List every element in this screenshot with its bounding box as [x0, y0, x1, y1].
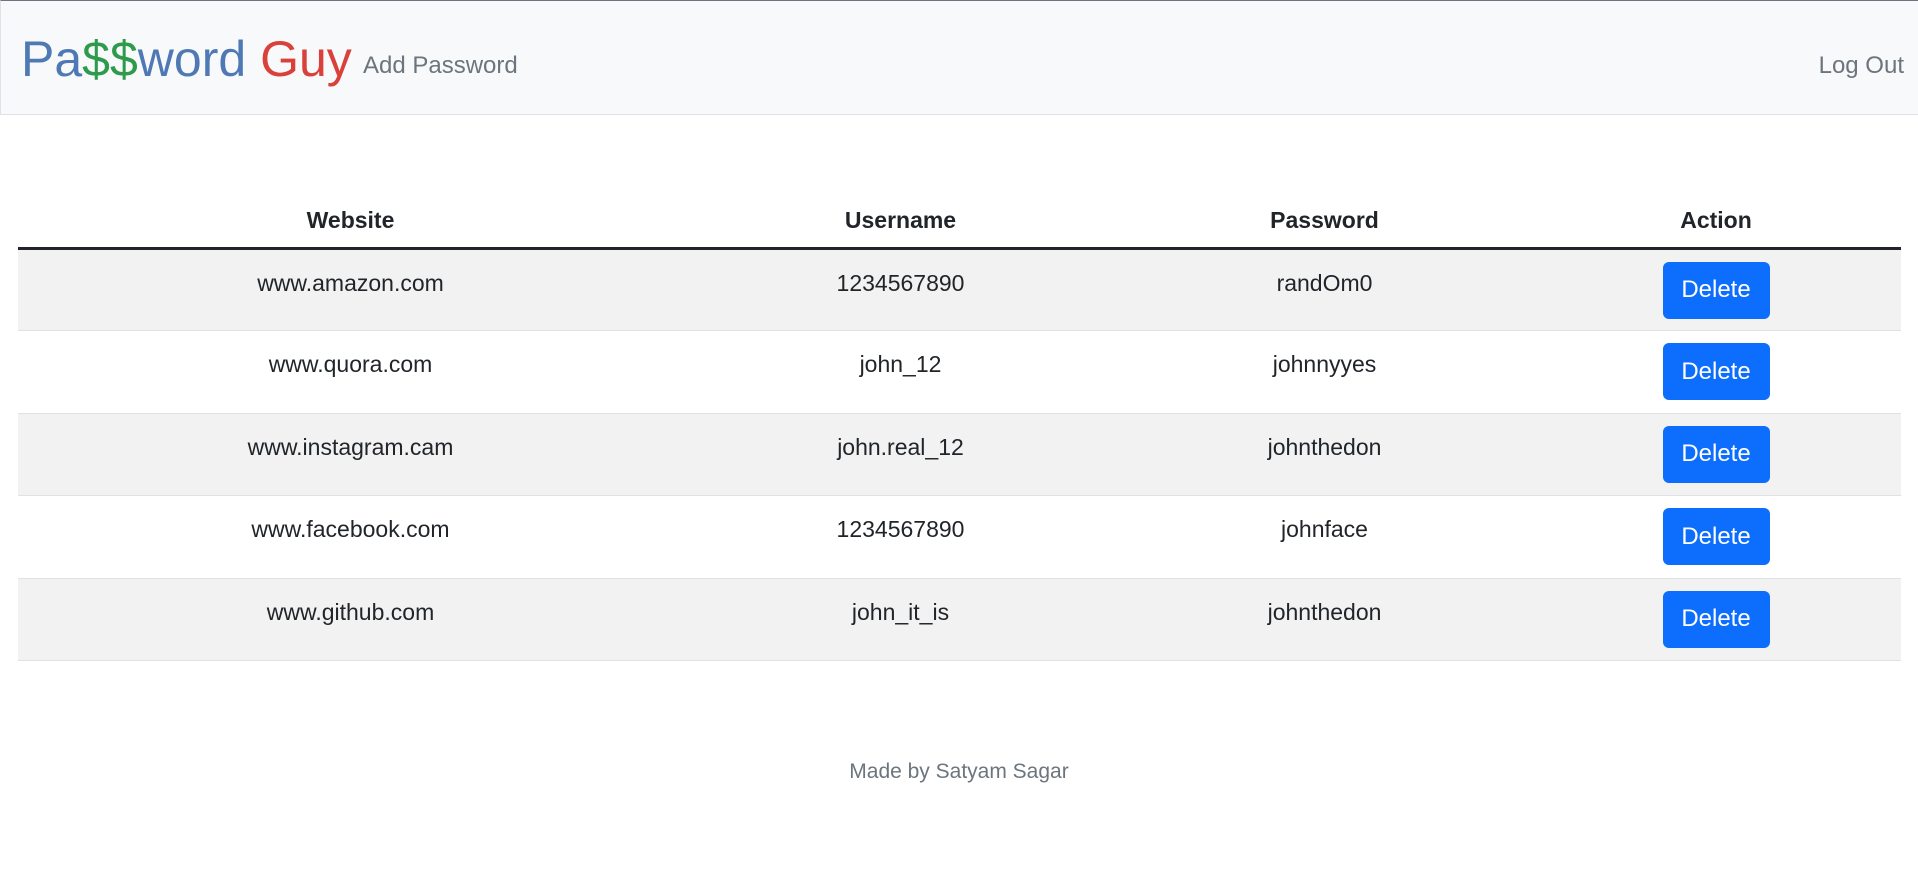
- cell-website: www.facebook.com: [18, 495, 683, 579]
- delete-button[interactable]: Delete: [1662, 425, 1770, 483]
- table-row: www.amazon.com 1234567890 randOm0 Delete: [18, 248, 1901, 332]
- cell-website: www.instagram.cam: [18, 413, 683, 497]
- add-password-link[interactable]: Add Password: [363, 51, 518, 81]
- cell-password: johnface: [1118, 495, 1531, 579]
- cell-action: Delete: [1531, 578, 1901, 662]
- table-row: www.instagram.cam john.real_12 johnthedo…: [18, 413, 1901, 497]
- brand-part-dollars: $$: [82, 31, 138, 87]
- header-password: Password: [1118, 194, 1531, 250]
- navbar: Pa$$word Guy Add Password Log Out: [0, 0, 1918, 115]
- cell-password: johnthedon: [1118, 413, 1531, 497]
- footer-credit: Made by Satyam Sagar: [849, 760, 1069, 783]
- delete-button[interactable]: Delete: [1662, 590, 1770, 648]
- table-header: Website Username Password Action: [18, 194, 1901, 250]
- brand-part-guy: Guy: [260, 31, 352, 87]
- cell-website: www.quora.com: [18, 330, 683, 414]
- header-action: Action: [1531, 194, 1901, 250]
- cell-password: johnthedon: [1118, 578, 1531, 662]
- header-username: Username: [683, 194, 1118, 250]
- cell-username: john_it_is: [683, 578, 1118, 662]
- cell-website: www.github.com: [18, 578, 683, 662]
- cell-username: john_12: [683, 330, 1118, 414]
- delete-button[interactable]: Delete: [1662, 508, 1770, 566]
- cell-password: johnnyyes: [1118, 330, 1531, 414]
- cell-action: Delete: [1531, 248, 1901, 332]
- cell-username: 1234567890: [683, 248, 1118, 332]
- cell-password: randOm0: [1118, 248, 1531, 332]
- header-website: Website: [18, 194, 683, 250]
- cell-action: Delete: [1531, 413, 1901, 497]
- table-row: www.facebook.com 1234567890 johnface Del…: [18, 495, 1901, 579]
- delete-button[interactable]: Delete: [1662, 343, 1770, 401]
- cell-action: Delete: [1531, 495, 1901, 579]
- table-body: www.amazon.com 1234567890 randOm0 Delete…: [18, 248, 1901, 662]
- logout-link[interactable]: Log Out: [1819, 51, 1904, 81]
- delete-button[interactable]: Delete: [1662, 261, 1770, 319]
- brand-logo[interactable]: Pa$$word Guy: [21, 29, 352, 89]
- cell-website: www.amazon.com: [18, 248, 683, 332]
- brand-part-pa: Pa: [21, 31, 83, 87]
- cell-username: john.real_12: [683, 413, 1118, 497]
- cell-action: Delete: [1531, 330, 1901, 414]
- table-row: www.quora.com john_12 johnnyyes Delete: [18, 330, 1901, 414]
- table-row: www.github.com john_it_is johnthedon Del…: [18, 578, 1901, 662]
- table-header-row: Website Username Password Action: [18, 194, 1901, 250]
- passwords-table: Website Username Password Action www.ama…: [18, 194, 1901, 662]
- cell-username: 1234567890: [683, 495, 1118, 579]
- brand-part-word: word: [137, 31, 247, 87]
